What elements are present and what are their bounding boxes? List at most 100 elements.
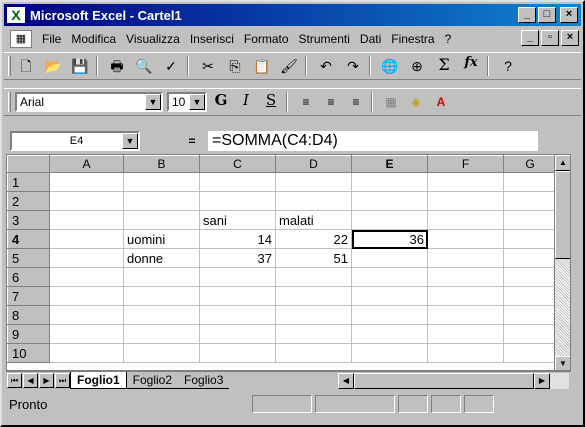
scroll-left-icon[interactable]: ◀ <box>338 373 354 389</box>
borders-icon[interactable]: ▦ <box>380 91 402 113</box>
next-sheet-icon[interactable]: ▶ <box>39 373 54 388</box>
document-control-icon[interactable]: ▦ <box>10 30 32 48</box>
cell-f7[interactable] <box>427 286 504 306</box>
autosum-icon[interactable]: Σ <box>432 55 456 77</box>
undo-icon[interactable]: ↶ <box>314 55 338 77</box>
cell-f3[interactable] <box>427 210 504 230</box>
scroll-down-icon[interactable]: ▼ <box>555 356 570 370</box>
tab-foglio2[interactable]: Foglio2 <box>126 372 179 389</box>
cell-c6[interactable] <box>199 267 276 287</box>
underline-button[interactable]: S <box>260 91 282 113</box>
cell-g5[interactable] <box>503 248 557 268</box>
row-header[interactable]: 9 <box>7 324 50 344</box>
new-icon[interactable]: 🗋 <box>14 55 38 77</box>
cell-d9[interactable] <box>275 324 352 344</box>
web-icon[interactable]: ⊕ <box>405 55 429 77</box>
cell-b1[interactable] <box>123 172 200 192</box>
formula-input[interactable]: =SOMMA(C4:D4) <box>208 131 538 151</box>
row-header[interactable]: 8 <box>7 305 50 325</box>
cell-c4[interactable]: 14 <box>199 229 276 249</box>
cell-f4[interactable] <box>427 229 504 249</box>
cell-a6[interactable] <box>49 267 124 287</box>
cell-g9[interactable] <box>503 324 557 344</box>
cell-a2[interactable] <box>49 191 124 211</box>
bold-button[interactable]: G <box>210 91 232 113</box>
fill-color-icon[interactable]: ◈ <box>405 91 427 113</box>
cell-d4[interactable]: 22 <box>275 229 352 249</box>
copy-icon[interactable]: ⎘ <box>223 55 247 77</box>
row-header[interactable]: 3 <box>7 210 50 230</box>
cell-d10[interactable] <box>275 343 352 363</box>
column-header-e[interactable]: E <box>351 155 428 173</box>
prev-sheet-icon[interactable]: ◀ <box>23 373 38 388</box>
cell-g10[interactable] <box>503 343 557 363</box>
cell-b5[interactable]: donne <box>123 248 200 268</box>
cell-c8[interactable] <box>199 305 276 325</box>
cell-e5[interactable] <box>351 248 428 268</box>
row-header[interactable]: 7 <box>7 286 50 306</box>
cell-e8[interactable] <box>351 305 428 325</box>
cell-c7[interactable] <box>199 286 276 306</box>
vertical-scrollbar[interactable]: ▲ ▼ <box>554 155 570 370</box>
row-header[interactable]: 5 <box>7 248 50 268</box>
cell-c9[interactable] <box>199 324 276 344</box>
cell-f10[interactable] <box>427 343 504 363</box>
column-header-b[interactable]: B <box>123 155 200 173</box>
cell-d7[interactable] <box>275 286 352 306</box>
menu-finestra[interactable]: Finestra <box>391 32 434 46</box>
spelling-icon[interactable]: ✓ <box>159 55 183 77</box>
cell-f2[interactable] <box>427 191 504 211</box>
toolbar-grip[interactable] <box>8 92 11 112</box>
tab-foglio3[interactable]: Foglio3 <box>178 372 230 389</box>
cell-e7[interactable] <box>351 286 428 306</box>
name-box[interactable]: E4 ▼ <box>10 131 140 151</box>
cell-e4[interactable]: 36 <box>351 229 428 249</box>
cell-d3[interactable]: malati <box>275 210 352 230</box>
help-icon[interactable]: ? <box>496 55 520 77</box>
close-button[interactable]: × <box>560 7 578 23</box>
cell-a3[interactable] <box>49 210 124 230</box>
cell-f5[interactable] <box>427 248 504 268</box>
doc-close-button[interactable]: × <box>561 30 579 46</box>
align-right-icon[interactable]: ≡ <box>345 91 367 113</box>
cut-icon[interactable]: ✂ <box>196 55 220 77</box>
equals-icon[interactable]: = <box>180 134 204 148</box>
redo-icon[interactable]: ↷ <box>341 55 365 77</box>
cell-g7[interactable] <box>503 286 557 306</box>
cell-e2[interactable] <box>351 191 428 211</box>
font-color-icon[interactable]: A <box>430 91 452 113</box>
cell-g1[interactable] <box>503 172 557 192</box>
doc-restore-button[interactable]: ▫ <box>541 30 559 46</box>
font-size-select[interactable]: 10 ▼ <box>167 92 207 112</box>
scroll-track[interactable] <box>555 259 570 356</box>
cell-a5[interactable] <box>49 248 124 268</box>
cell-g3[interactable] <box>503 210 557 230</box>
cell-e6[interactable] <box>351 267 428 287</box>
last-sheet-icon[interactable]: ⏭ <box>55 373 70 388</box>
tab-foglio1[interactable]: Foglio1 <box>70 372 127 389</box>
open-icon[interactable]: 📂 <box>41 55 65 77</box>
cell-a1[interactable] <box>49 172 124 192</box>
cell-g2[interactable] <box>503 191 557 211</box>
row-header[interactable]: 10 <box>7 343 50 363</box>
cell-a10[interactable] <box>49 343 124 363</box>
cell-d6[interactable] <box>275 267 352 287</box>
scroll-right-icon[interactable]: ▶ <box>534 373 550 389</box>
cell-b8[interactable] <box>123 305 200 325</box>
minimize-button[interactable]: _ <box>518 7 536 23</box>
cell-c5[interactable]: 37 <box>199 248 276 268</box>
cell-b3[interactable] <box>123 210 200 230</box>
cell-f8[interactable] <box>427 305 504 325</box>
hscroll-thumb[interactable] <box>354 373 534 389</box>
menu-help[interactable]: ? <box>445 32 452 46</box>
cell-g4[interactable] <box>503 229 557 249</box>
row-header[interactable]: 4 <box>7 229 50 249</box>
first-sheet-icon[interactable]: ⏮ <box>7 373 22 388</box>
cell-c10[interactable] <box>199 343 276 363</box>
column-header-g[interactable]: G <box>503 155 557 173</box>
format-painter-icon[interactable]: 🖌 <box>277 55 301 77</box>
cell-b6[interactable] <box>123 267 200 287</box>
row-header[interactable]: 1 <box>7 172 50 192</box>
cell-b9[interactable] <box>123 324 200 344</box>
cell-e3[interactable] <box>351 210 428 230</box>
